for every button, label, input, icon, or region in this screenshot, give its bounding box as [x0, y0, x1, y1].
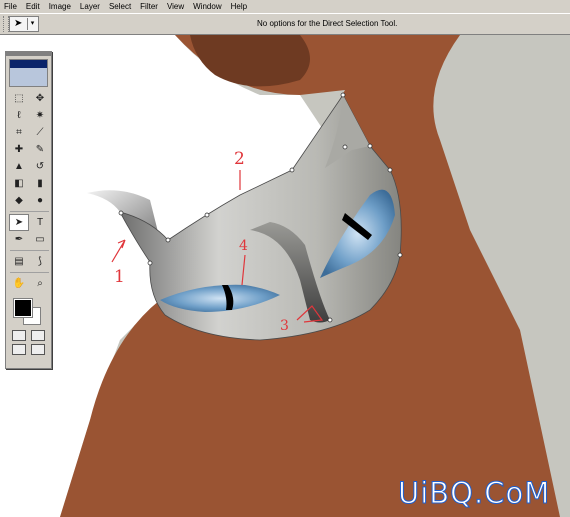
direct-selection-tool[interactable]: ➤ — [9, 214, 29, 231]
foreground-color[interactable] — [13, 298, 33, 318]
chevron-down-icon: ▾ — [27, 18, 37, 30]
notes-tool[interactable]: ▤ — [10, 254, 28, 269]
menu-filter[interactable]: Filter — [136, 0, 163, 13]
menu-layer[interactable]: Layer — [76, 0, 105, 13]
standard-screen-button[interactable] — [12, 344, 27, 355]
menu-image[interactable]: Image — [45, 0, 76, 13]
blur-tool[interactable]: ◆ — [10, 193, 28, 208]
toolbox: ⬚ ✥ ℓ ✷ ⌗ ⟋ ✚ ✎ ▲ ↺ ◧ ▮ ◆ ● ➤ T ✒ ▭ ▤ ⟆ ✋ ⌕ — [5, 51, 52, 369]
annotation-1: 1 — [114, 267, 125, 287]
clone-stamp-tool[interactable]: ▲ — [10, 159, 28, 174]
screen-modes — [10, 344, 47, 355]
marquee-tool[interactable]: ⬚ — [10, 91, 28, 106]
menu-view[interactable]: View — [163, 0, 189, 13]
edit-modes — [10, 330, 47, 341]
tool-grid: ⬚ ✥ ℓ ✷ ⌗ ⟋ ✚ ✎ ▲ ↺ ◧ ▮ ◆ ● ➤ T ✒ ▭ ▤ ⟆ ✋ ⌕ — [6, 91, 51, 291]
annotation-4: 4 — [239, 238, 248, 254]
tool-separator — [10, 272, 49, 273]
eraser-tool[interactable]: ◧ — [10, 176, 28, 191]
options-bar: ➤ ▾ No options for the Direct Selection … — [0, 13, 570, 35]
direct-selection-icon: ➤ — [14, 18, 23, 29]
annotation-3: 3 — [280, 318, 289, 334]
artwork: 1 2 3 4 — [0, 35, 570, 517]
hand-tool[interactable]: ✋ — [10, 276, 28, 291]
standard-mode-button[interactable] — [12, 330, 27, 341]
history-brush-tool[interactable]: ↺ — [31, 159, 49, 174]
tool-separator — [10, 250, 49, 251]
menu-window[interactable]: Window — [189, 0, 226, 13]
gradient-tool[interactable]: ▮ — [31, 176, 49, 191]
shape-tool[interactable]: ▭ — [31, 232, 49, 247]
annotation-2: 2 — [234, 149, 245, 169]
menu-file[interactable]: File — [0, 0, 22, 13]
options-message: No options for the Direct Selection Tool… — [257, 19, 398, 28]
magic-wand-tool[interactable]: ✷ — [31, 108, 49, 123]
canvas-area[interactable]: 1 2 3 4 — [0, 35, 570, 517]
crop-tool[interactable]: ⌗ — [10, 125, 28, 140]
pen-tool[interactable]: ✒ — [10, 232, 28, 247]
color-swatches — [10, 293, 47, 327]
watermark: UiBQ.CoM — [397, 476, 551, 511]
menu-edit[interactable]: Edit — [22, 0, 45, 13]
lasso-tool[interactable]: ℓ — [10, 108, 28, 123]
quick-mask-mode-button[interactable] — [30, 330, 45, 341]
menu-help[interactable]: Help — [227, 0, 252, 13]
eyedropper-tool[interactable]: ⟆ — [31, 254, 49, 269]
tool-preset-picker[interactable]: ➤ ▾ — [9, 16, 39, 32]
feather-logo[interactable] — [9, 59, 48, 87]
menu-select[interactable]: Select — [105, 0, 136, 13]
menu-bar: File Edit Image Layer Select Filter View Window… — [0, 0, 570, 13]
brush-tool[interactable]: ✎ — [31, 142, 49, 157]
move-tool[interactable]: ✥ — [31, 91, 49, 106]
healing-brush-tool[interactable]: ✚ — [10, 142, 28, 157]
dodge-tool[interactable]: ● — [31, 193, 49, 208]
type-tool[interactable]: T — [31, 215, 49, 230]
full-screen-menu-button[interactable] — [30, 344, 45, 355]
slice-tool[interactable]: ⟋ — [31, 125, 49, 140]
toolbox-title-bar[interactable] — [6, 52, 51, 56]
tool-separator — [10, 211, 49, 212]
zoom-tool[interactable]: ⌕ — [31, 276, 49, 291]
